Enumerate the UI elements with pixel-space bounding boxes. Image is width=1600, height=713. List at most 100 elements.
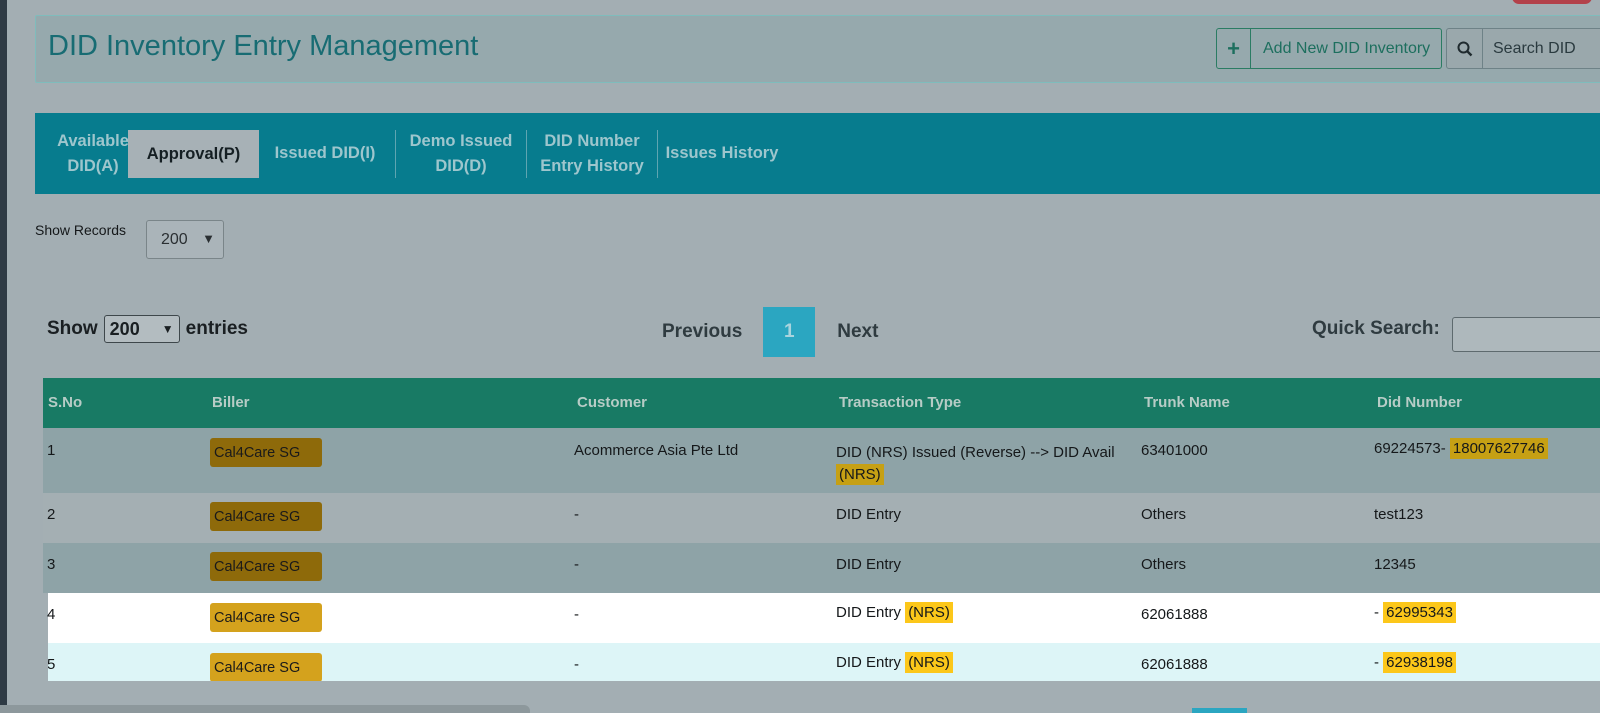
plus-icon: + xyxy=(1217,29,1251,68)
entries-select[interactable]: 200 ▼ xyxy=(103,315,180,343)
tab-issues-history[interactable]: Issues History xyxy=(657,113,787,194)
cell-transaction-type: DID Entry xyxy=(836,506,902,523)
header-did-number: Did Number xyxy=(1377,394,1463,411)
cell-customer: - xyxy=(574,556,579,573)
biller-badge: Cal4Care SG xyxy=(210,502,322,531)
cell-trunk-name: 62061888 xyxy=(1141,656,1208,673)
cell-transaction-type: DID (NRS) Issued (Reverse) --> DID Avail… xyxy=(836,442,1126,486)
table-row[interactable]: 3 Cal4Care SG - DID Entry Others 12345 xyxy=(43,543,1600,593)
transaction-text: DID Entry xyxy=(836,604,902,621)
tab-available-line1: Available xyxy=(57,131,129,150)
entries-show-label: Show xyxy=(47,318,98,339)
did-prefix: - xyxy=(1374,604,1379,621)
cell-customer: - xyxy=(574,606,579,623)
did-prefix: - xyxy=(1374,654,1379,671)
cell-trunk-name: 63401000 xyxy=(1141,442,1208,459)
entries-value: 200 xyxy=(109,318,140,339)
cell-did-number: test123 xyxy=(1374,506,1424,523)
modal-overlay-content: DID Inventory Entry Management + Add New… xyxy=(7,0,1600,713)
left-edge-bar xyxy=(0,0,7,713)
search-did-button[interactable]: Search DID xyxy=(1446,28,1600,69)
cell-customer: Acommerce Asia Pte Ltd xyxy=(574,442,739,459)
cell-sno: 3 xyxy=(47,556,56,573)
cell-did-number: 12345 xyxy=(1374,556,1416,573)
table-row[interactable]: 5 Cal4Care SG - DID Entry (NRS) 62061888… xyxy=(48,643,1600,681)
header-sno: S.No xyxy=(48,394,83,411)
tab-history-line2: Entry History xyxy=(540,156,644,175)
tab-available[interactable]: Available DID(A) xyxy=(53,113,133,194)
tab-approval-label: Approval(P) xyxy=(146,144,241,163)
page-title: DID Inventory Entry Management xyxy=(48,30,479,62)
header-biller: Biller xyxy=(212,394,250,411)
nrs-tag: (NRS) xyxy=(905,652,953,673)
tab-issued-label: Issued DID(I) xyxy=(274,144,376,162)
tab-history-line1: DID Number xyxy=(544,131,640,150)
cell-trunk-name: Others xyxy=(1141,556,1187,573)
header-trunk-name: Trunk Name xyxy=(1144,394,1230,411)
did-highlight: 62938198 xyxy=(1383,652,1456,673)
cell-sno: 5 xyxy=(48,656,56,673)
show-records-select[interactable]: 200 ▼ xyxy=(146,220,224,259)
tab-issued[interactable]: Issued DID(I) xyxy=(265,113,385,194)
chevron-down-icon: ▼ xyxy=(202,231,215,246)
chevron-down-icon: ▼ xyxy=(161,322,174,336)
cell-sno: 2 xyxy=(47,506,56,523)
show-records-value: 200 xyxy=(161,230,188,248)
header-customer: Customer xyxy=(577,394,648,411)
biller-badge: Cal4Care SG xyxy=(210,603,322,632)
entries-control: Show 200 ▼ entries xyxy=(47,315,248,343)
table-row[interactable]: 4 Cal4Care SG - DID Entry (NRS) 62061888… xyxy=(47,593,1600,643)
did-highlight: 18007627746 xyxy=(1449,438,1548,459)
cell-did-number: - 62995343 xyxy=(1374,602,1456,623)
cell-did-number: - 62938198 xyxy=(1374,652,1456,673)
cell-trunk-name: 62061888 xyxy=(1141,606,1208,623)
transaction-text: DID Entry xyxy=(836,654,902,671)
tab-approval[interactable]: Approval(P) xyxy=(128,130,259,178)
biller-badge: Cal4Care SG xyxy=(210,552,322,581)
scroll-button[interactable] xyxy=(1192,708,1247,713)
tab-available-line2: DID(A) xyxy=(67,156,119,175)
table-row[interactable]: 2 Cal4Care SG - DID Entry Others test123 xyxy=(43,493,1600,543)
cell-did-number: 69224573- 18007627746 xyxy=(1374,438,1548,459)
did-table: S.No Biller Customer Transaction Type Tr… xyxy=(43,378,1600,681)
tab-bar: Available DID(A) Approval(P) Issued DID(I… xyxy=(35,113,1600,194)
page: DID Inventory Entry Management + Add New… xyxy=(0,0,1600,713)
cell-transaction-type: DID Entry (NRS) xyxy=(836,652,953,673)
close-pill[interactable] xyxy=(1512,0,1592,4)
cell-sno: 1 xyxy=(47,442,56,459)
tab-demo-issued-line2: DID(D) xyxy=(435,156,487,175)
pagination: Previous 1 Next xyxy=(662,307,878,357)
show-records-label: Show Records xyxy=(35,222,127,238)
entries-suffix-label: entries xyxy=(185,318,248,339)
tab-did-number-entry-history[interactable]: DID Number Entry History xyxy=(526,113,658,194)
did-highlight: 62995343 xyxy=(1383,602,1456,623)
cell-customer: - xyxy=(574,656,579,673)
add-new-did-inventory-button[interactable]: + Add New DID Inventory xyxy=(1216,28,1442,69)
tab-demo-issued-line1: Demo Issued xyxy=(409,131,513,150)
cell-sno: 4 xyxy=(47,606,56,623)
quick-search-label: Quick Search: xyxy=(1312,318,1440,339)
previous-page-button[interactable]: Previous xyxy=(662,321,742,343)
cell-customer: - xyxy=(574,506,579,523)
biller-badge: Cal4Care SG xyxy=(210,653,322,681)
did-prefix: 69224573- xyxy=(1374,440,1446,457)
transaction-text: DID (NRS) Issued (Reverse) --> DID Avail xyxy=(836,444,1115,461)
next-page-button[interactable]: Next xyxy=(837,321,878,343)
page-1-button[interactable]: 1 xyxy=(763,307,816,357)
cell-trunk-name: Others xyxy=(1141,506,1187,523)
header-panel: DID Inventory Entry Management + Add New… xyxy=(35,15,1600,83)
quick-search-input[interactable] xyxy=(1452,317,1600,352)
table-header-row: S.No Biller Customer Transaction Type Tr… xyxy=(43,378,1600,428)
cell-transaction-type: DID Entry xyxy=(836,556,902,573)
biller-badge: Cal4Care SG xyxy=(210,438,322,467)
header-transaction-type: Transaction Type xyxy=(839,394,962,411)
status-url-tooltip xyxy=(0,705,530,713)
nrs-tag: (NRS) xyxy=(905,602,953,623)
tab-demo-issued[interactable]: Demo Issued DID(D) xyxy=(395,113,527,194)
search-button-label: Search DID xyxy=(1493,39,1576,57)
cell-transaction-type: DID Entry (NRS) xyxy=(836,602,953,623)
table-row[interactable]: 1 Cal4Care SG Acommerce Asia Pte Ltd DID… xyxy=(43,428,1600,493)
add-button-label: Add New DID Inventory xyxy=(1263,39,1431,57)
search-icon xyxy=(1447,29,1483,68)
tab-issues-history-label: Issues History xyxy=(665,144,779,162)
